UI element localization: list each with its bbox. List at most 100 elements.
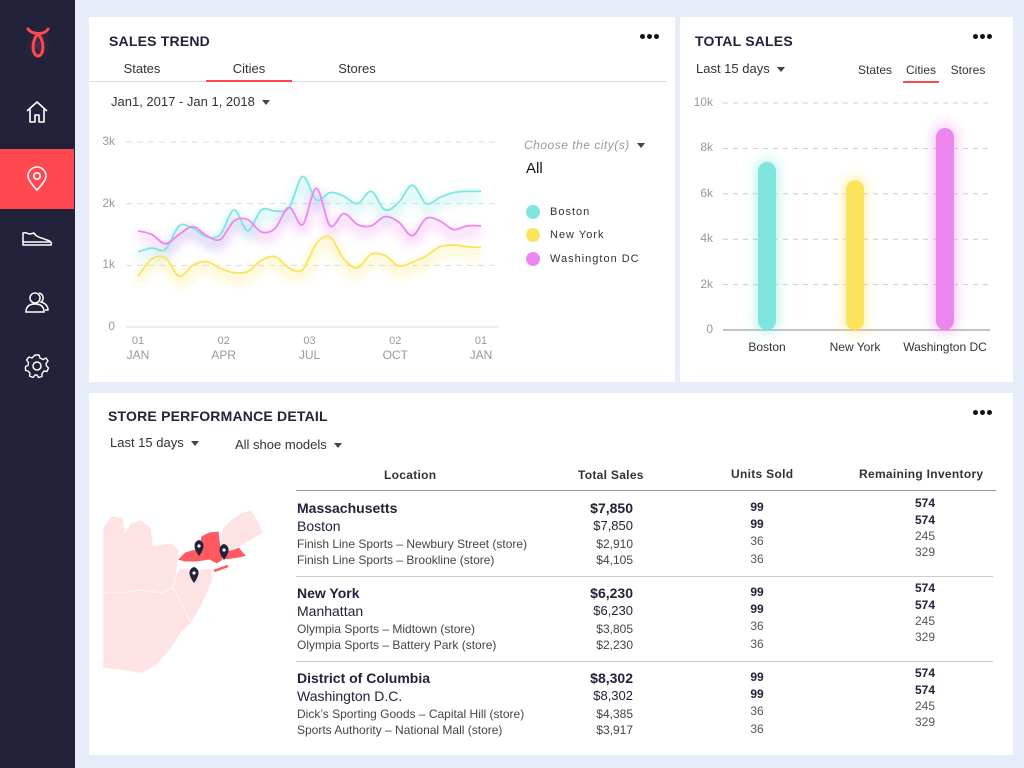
x-tick-day: 01 [474, 335, 488, 347]
more-icon [973, 410, 992, 415]
x-tick-label: 02 OCT [375, 334, 415, 362]
chevron-down-icon [333, 443, 342, 449]
units-sold-value: 36 [750, 637, 764, 651]
sidebar-item-products[interactable] [0, 208, 74, 268]
legend-label: New York [550, 229, 605, 241]
sales-trend-chart [126, 141, 499, 328]
bar-washington-dc[interactable] [936, 127, 954, 330]
chevron-down-icon [190, 441, 199, 447]
city-name[interactable]: Washington D.C. [297, 688, 402, 704]
map-pin-icon [27, 166, 47, 192]
sidebar-item-settings[interactable] [0, 336, 74, 396]
map-region-newengland [218, 509, 264, 551]
units-sold-value: 99 [750, 517, 764, 531]
chevron-down-icon [636, 143, 645, 149]
units-sold-value: 99 [750, 670, 764, 684]
total-sales-value: $7,850 [590, 500, 633, 516]
remaining-inventory-value: 574 [914, 513, 936, 527]
total-sales-chart [723, 102, 990, 334]
city-name[interactable]: Manhattan [297, 603, 363, 619]
sidebar [0, 0, 75, 768]
store-name[interactable]: Olympia Sports – Midtown (store) [297, 622, 475, 636]
y-tick-label: 2k [102, 195, 115, 210]
city-chooser-dropdown[interactable]: Choose the city(s) [524, 138, 645, 152]
y-tick-label: 4k [700, 231, 713, 246]
remaining-inventory-value: 574 [914, 666, 936, 680]
y-tick-label: 6k [700, 185, 713, 200]
column-header-units-sold[interactable]: Units Sold [731, 467, 793, 481]
legend-label: Washington DC [550, 253, 640, 265]
total-sales-value: $6,230 [593, 603, 633, 618]
store-name[interactable]: Finish Line Sports – Newbury Street (sto… [297, 537, 527, 551]
legend-item-boston[interactable]: Boston [526, 205, 590, 219]
legend-label: Boston [550, 206, 591, 218]
store-performance-card: STORE PERFORMANCE DETAIL Last 15 days Al… [89, 393, 1013, 755]
legend-item-new-york[interactable]: New York [526, 228, 604, 242]
remaining-inventory-value: 329 [914, 630, 936, 644]
column-header-location[interactable]: Location [384, 468, 436, 482]
legend-item-washington-dc[interactable]: Washington DC [526, 252, 640, 266]
column-header-remaining-inventory[interactable]: Remaining Inventory [859, 467, 983, 481]
x-tick-month: JUL [298, 348, 321, 362]
x-tick-label: 02 APR [204, 334, 244, 362]
x-tick-month: JAN [469, 348, 493, 362]
sidebar-item-locations[interactable] [0, 149, 74, 209]
sidebar-item-home[interactable] [0, 82, 74, 142]
y-tick-label: 0 [108, 319, 115, 333]
remaining-inventory-value: 245 [914, 614, 936, 628]
store-name[interactable]: Sports Authority – National Mall (store) [297, 723, 502, 737]
brand-logo[interactable] [18, 20, 58, 64]
state-name[interactable]: Massachusetts [297, 500, 397, 516]
x-tick-day: 01 [131, 335, 145, 347]
total-sales-value: $4,105 [596, 553, 633, 567]
state-name[interactable]: New York [297, 585, 360, 601]
total-sales-value: $8,302 [590, 670, 633, 686]
y-tick-label: 10k [693, 95, 713, 109]
bar-boston[interactable] [758, 162, 776, 330]
x-tick-day: 02 [217, 335, 230, 347]
total-sales-value: $6,230 [590, 585, 633, 601]
store-name[interactable]: Finish Line Sports – Brookline (store) [297, 553, 494, 567]
sidebar-item-users[interactable] [0, 272, 74, 332]
units-sold-value: 36 [750, 552, 764, 566]
shoe-model-value: All shoe models [235, 437, 327, 452]
x-tick-month: JAN [126, 348, 150, 362]
legend-swatch [526, 252, 540, 266]
city-chooser-value: All [526, 160, 543, 177]
store-period-dropdown[interactable]: Last 15 days [110, 435, 199, 450]
x-tick-label: 03 JUL [290, 334, 330, 362]
state-name[interactable]: District of Columbia [297, 670, 430, 686]
group-divider [296, 661, 993, 662]
y-tick-label: 8k [700, 140, 713, 155]
remaining-inventory-value: 245 [914, 529, 936, 543]
shoe-model-dropdown[interactable]: All shoe models [235, 437, 342, 452]
remaining-inventory-value: 574 [914, 496, 936, 510]
period-value: Last 15 days [110, 435, 184, 450]
store-performance-more-button[interactable] [973, 410, 992, 415]
store-name[interactable]: Dick’s Sporting Goods – Capital Hill (st… [297, 707, 524, 721]
x-tick-day: 02 [389, 335, 402, 347]
total-sales-value: $4,385 [596, 707, 633, 721]
map-state-long-island [213, 565, 229, 572]
total-sales-value: $8,302 [593, 688, 633, 703]
units-sold-value: 99 [750, 602, 764, 616]
store-name[interactable]: Olympia Sports – Battery Park (store) [297, 638, 496, 652]
map-region-south [102, 587, 192, 674]
remaining-inventory-value: 329 [914, 715, 936, 729]
us-northeast-map [102, 509, 264, 674]
city-name[interactable]: Boston [297, 518, 341, 534]
remaining-inventory-value: 574 [914, 683, 936, 697]
header-divider [296, 490, 996, 491]
y-tick-label: 1k [102, 257, 115, 272]
shoe-icon [22, 231, 53, 246]
total-sales-value: $2,230 [596, 638, 633, 652]
units-sold-value: 99 [750, 687, 764, 701]
y-tick-label: 2k [700, 276, 713, 291]
y-tick-label: 0 [706, 322, 713, 336]
units-sold-value: 36 [750, 619, 764, 633]
remaining-inventory-value: 574 [914, 581, 936, 595]
remaining-inventory-value: 329 [914, 545, 936, 559]
column-header-total-sales[interactable]: Total Sales [578, 468, 644, 482]
bar-new-york[interactable] [846, 180, 864, 330]
remaining-inventory-value: 245 [914, 699, 936, 713]
